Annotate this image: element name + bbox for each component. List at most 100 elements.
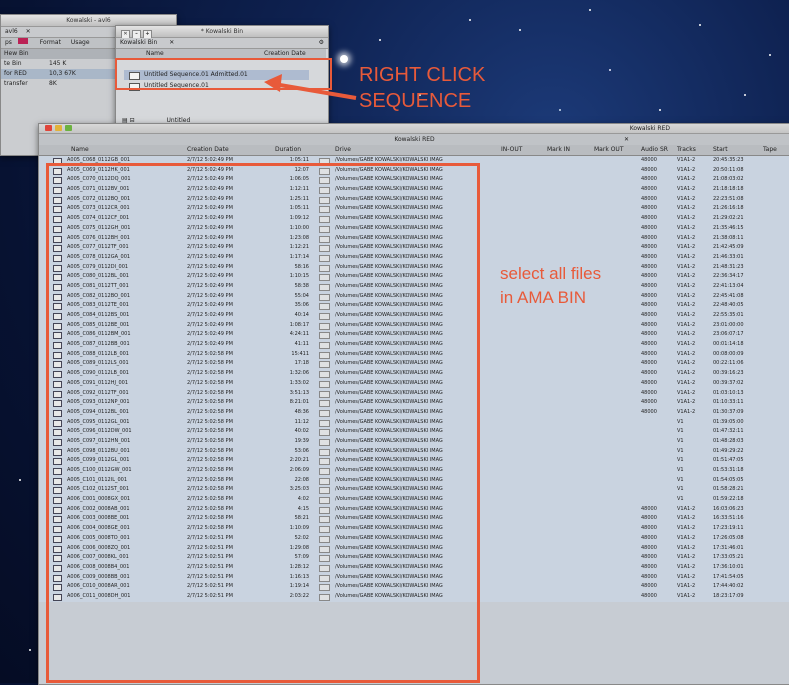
ama-window-title: Kowalski RED	[629, 125, 670, 132]
audio-sr: 48000	[641, 205, 657, 212]
audio-sr: 48000	[641, 321, 657, 328]
tracks: V1A1-2	[677, 253, 696, 260]
col-header-creation[interactable]: Creation Date	[187, 145, 229, 155]
start-timecode: 20:45:35:23	[713, 157, 744, 163]
toolbar-item-format[interactable]: Format	[40, 39, 61, 46]
audio-sr: 48000	[641, 554, 657, 561]
tracks: V1	[677, 467, 684, 473]
start-timecode: 17:33:05:21	[713, 554, 744, 561]
col-header-mark-out[interactable]: Mark OUT	[594, 145, 623, 155]
row-key: te Bin	[4, 60, 22, 67]
tracks: V1	[677, 418, 684, 425]
audio-sr: 48000	[641, 224, 657, 231]
sequence-bin-title: * Kowalski Bin	[200, 28, 244, 35]
audio-sr: 48000	[641, 534, 657, 541]
audio-sr: 48000	[641, 389, 657, 396]
start-timecode: 16:03:06:23	[713, 505, 744, 512]
start-timecode: 20:50:11:08	[713, 166, 744, 173]
tracks: V1A1-2	[677, 331, 696, 338]
tracks: V1	[677, 496, 684, 503]
sequence-bin-titlebar: ✕ – + * Kowalski Bin	[116, 26, 328, 39]
col-name-header[interactable]: Name	[146, 49, 164, 58]
tracks: V1A1-2	[677, 534, 696, 541]
col-header-in-out[interactable]: IN-OUT	[501, 145, 522, 155]
sequence-bin-tab-label: Kowalski Bin	[120, 39, 158, 46]
tracks: V1A1-2	[677, 389, 696, 396]
start-timecode: 17:36:10:01	[713, 563, 744, 570]
start-timecode: 01:39:05:00	[713, 418, 744, 425]
audio-sr: 48000	[641, 583, 657, 590]
start-timecode: 21:29:02:21	[713, 215, 744, 222]
col-header-audio-sr[interactable]: Audio SR	[641, 145, 668, 155]
close-button[interactable]	[45, 125, 52, 131]
start-timecode: 00:39:16:23	[713, 370, 744, 377]
start-timecode: 01:53:31:18	[713, 467, 744, 473]
start-timecode: 17:26:05:08	[713, 534, 744, 541]
audio-sr: 48000	[641, 525, 657, 532]
bright-star	[340, 55, 348, 63]
start-timecode: 00:01:14:18	[713, 341, 744, 348]
start-timecode: 00:08:00:09	[713, 350, 744, 357]
tracks: V1A1-2	[677, 525, 696, 532]
tracks: V1A1-2	[677, 563, 696, 570]
tracks: V1A1-2	[677, 592, 696, 599]
start-timecode: 17:41:54:05	[713, 573, 744, 580]
tracks: V1A1-2	[677, 360, 696, 367]
tracks: V1	[677, 486, 684, 493]
col-header-drive[interactable]: Drive	[335, 145, 351, 155]
annotation-line: select all files	[500, 264, 602, 283]
col-header-name[interactable]: Name	[71, 145, 89, 155]
start-timecode: 21:48:31:23	[713, 263, 744, 270]
audio-sr: 48000	[641, 312, 657, 318]
start-timecode: 01:54:05:05	[713, 476, 744, 483]
files-highlight-box	[46, 163, 480, 683]
start-timecode: 21:46:33:01	[713, 253, 744, 260]
col-header-mark-in[interactable]: Mark IN	[547, 145, 570, 155]
zoom-button[interactable]	[65, 125, 72, 131]
tracks: V1A1-2	[677, 215, 696, 222]
tracks: V1A1-2	[677, 573, 696, 580]
start-timecode: 21:26:16:18	[713, 205, 744, 212]
audio-sr: 48000	[641, 408, 657, 415]
tracks: V1A1-2	[677, 244, 696, 251]
color-icon[interactable]	[17, 38, 28, 44]
tracks: V1	[677, 447, 684, 454]
tracks: V1	[677, 457, 684, 464]
tracks: V1	[677, 476, 684, 483]
audio-sr: 48000	[641, 234, 657, 241]
audio-sr: 48000	[641, 350, 657, 357]
toolbar-item-0[interactable]: ps	[5, 39, 12, 46]
start-timecode: 18:23:17:09	[713, 592, 744, 599]
start-timecode: 23:06:07:17	[713, 331, 744, 338]
gear-icon[interactable]: ⚙	[319, 38, 324, 48]
sequence-bin-header: Name Creation Date	[116, 49, 326, 58]
close-icon[interactable]: ✕	[26, 28, 31, 35]
col-header-tape[interactable]: Tape	[763, 145, 777, 155]
start-timecode: 21:18:18:18	[713, 186, 744, 193]
tracks: V1A1-2	[677, 273, 696, 280]
audio-sr: 48000	[641, 244, 657, 251]
ama-bin-title: Kowalski RED	[394, 136, 435, 143]
tracks: V1A1-2	[677, 544, 696, 551]
tracks: V1A1-2	[677, 321, 696, 328]
col-header-tracks[interactable]: Tracks	[677, 145, 696, 155]
tracks: V1A1-2	[677, 515, 696, 522]
start-timecode: 23:01:00:00	[713, 321, 744, 328]
tracks: V1A1-2	[677, 224, 696, 231]
tracks: V1A1-2	[677, 282, 696, 289]
audio-sr: 48000	[641, 544, 657, 551]
minimize-button[interactable]	[55, 125, 62, 131]
annotation-right-click: RIGHT CLICK SEQUENCE	[359, 62, 485, 114]
start-timecode: 17:44:40:02	[713, 583, 744, 590]
toolbar-item-usage[interactable]: Usage	[71, 39, 90, 46]
annotation-line: SEQUENCE	[359, 90, 472, 112]
close-icon[interactable]: ✕	[169, 39, 174, 46]
start-timecode: 22:55:35:01	[713, 312, 744, 318]
sequence-bin-tab[interactable]: Kowalski Bin ✕ ⚙	[116, 38, 328, 49]
close-icon[interactable]: ✕	[624, 134, 629, 145]
col-header-duration[interactable]: Duration	[275, 145, 301, 155]
col-creation-header[interactable]: Creation Date	[264, 49, 306, 58]
tracks: V1A1-2	[677, 195, 696, 202]
col-header-start[interactable]: Start	[713, 145, 728, 155]
tracks: V1A1-2	[677, 379, 696, 386]
